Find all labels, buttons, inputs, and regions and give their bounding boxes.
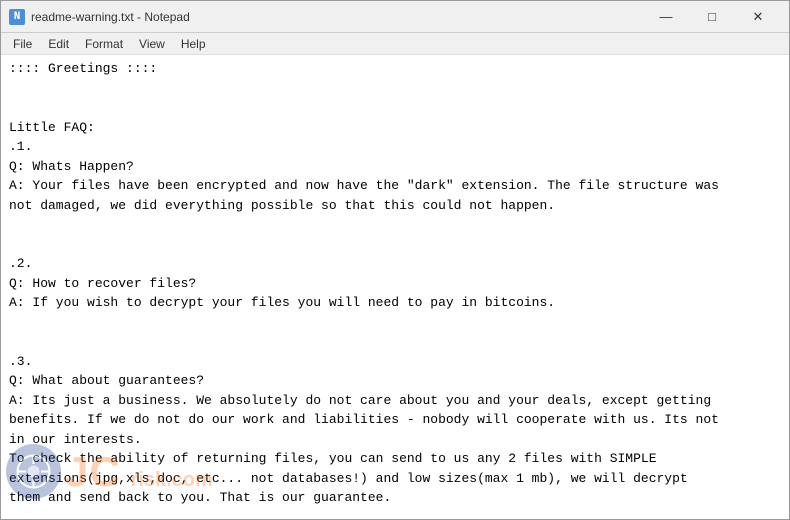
app-icon: N	[9, 9, 25, 25]
menu-format[interactable]: Format	[77, 35, 131, 53]
menu-help[interactable]: Help	[173, 35, 214, 53]
menu-view[interactable]: View	[131, 35, 173, 53]
menu-file[interactable]: File	[5, 35, 40, 53]
menu-edit[interactable]: Edit	[40, 35, 77, 53]
maximize-button[interactable]: □	[689, 1, 735, 33]
content-wrapper: :::: Greetings :::: Little FAQ: .1. Q: W…	[1, 55, 789, 519]
app-icon-letter: N	[14, 11, 21, 23]
minimize-button[interactable]: —	[643, 1, 689, 33]
close-button[interactable]: ✕	[735, 1, 781, 33]
window-controls: — □ ✕	[643, 1, 781, 33]
window-title: readme-warning.txt - Notepad	[31, 10, 643, 24]
title-bar: N readme-warning.txt - Notepad — □ ✕	[1, 1, 789, 33]
text-editor[interactable]: :::: Greetings :::: Little FAQ: .1. Q: W…	[1, 55, 789, 519]
notepad-window: N readme-warning.txt - Notepad — □ ✕ Fil…	[0, 0, 790, 520]
menu-bar: File Edit Format View Help	[1, 33, 789, 55]
